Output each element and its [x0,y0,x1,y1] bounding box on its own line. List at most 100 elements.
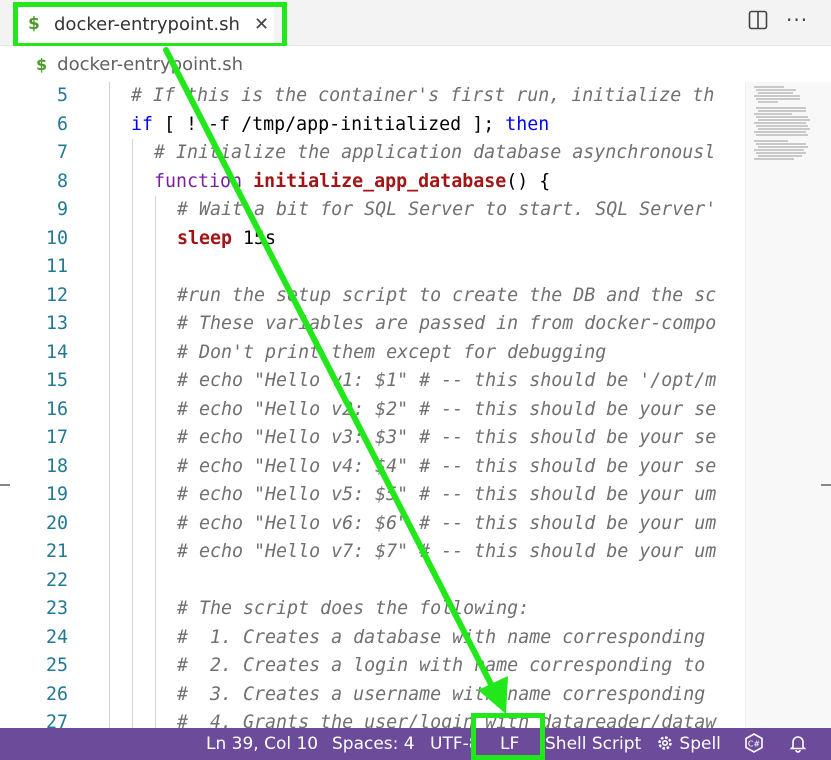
code-token: # echo "Hello v5: $5" # -- this should b… [177,484,717,505]
code-line[interactable]: 15 # echo "Hello v1: $1" # -- this should… [0,367,745,396]
line-number: 12 [45,284,68,306]
code-editor[interactable]: 5 # If this is the container's first run,… [0,82,745,728]
tab-label: docker-entrypoint.sh [54,13,240,35]
code-token: # Wait a bit for SQL Server to start. SQ… [177,199,717,220]
code-token: # 1. Creates a database with name corres… [177,626,706,648]
line-number: 13 [45,313,68,334]
status-bar: Ln 39, Col 10 Spaces: 4 UTF-8 LF Shell S… [0,728,831,760]
code-line[interactable]: 26 # 3. Creates a username with name corr… [0,681,745,710]
code-line[interactable]: 16 # echo "Hello v2: $2" # -- this should… [0,396,745,425]
code-text: function initialize_app_database() { [154,168,550,197]
minimap-line [756,116,808,118]
code-line[interactable]: 12 #run the setup script to create the DB… [0,282,745,311]
minimap[interactable] [745,82,831,728]
line-number: 22 [45,569,68,591]
line-number: 18 [45,455,68,477]
breadcrumb: $ docker-entrypoint.sh [0,46,831,82]
code-line[interactable]: 23 # The script does the following: [0,595,745,624]
code-line[interactable]: 20 # echo "Hello v6: $6" # -- this should… [0,510,745,539]
code-text: #run the setup script to create the DB a… [177,282,716,311]
code-text: # If this is the container's first run, … [131,82,714,111]
line-number: 11 [45,256,68,277]
indent-guide [109,82,110,728]
code-line[interactable]: 11 [0,253,745,282]
line-number: 19 [45,484,68,505]
close-icon[interactable]: ✕ [254,14,269,35]
minimap-line [756,134,808,136]
sash-marker-left [0,484,10,486]
code-token: # 4. Grants the user/login with dataread… [177,712,717,728]
code-line[interactable]: 5 # If this is the container's first run,… [0,82,745,111]
code-token: # These variables are passed in from doc… [177,313,717,334]
code-token: # 2. Creates a login with name correspon… [177,655,706,676]
code-text: # echo "Hello v4: $4" # -- this should b… [177,453,716,482]
code-line[interactable]: 19 # echo "Hello v5: $5" # -- this should… [0,481,745,510]
code-line[interactable]: 9 # Wait a bit for SQL Server to start. S… [0,196,745,225]
minimap-line [754,86,784,88]
code-text: # echo "Hello v7: $7" # -- this should b… [177,538,716,567]
shell-file-icon: $ [36,54,48,74]
line-number: 23 [45,598,68,619]
code-token: # echo "Hello v6: $6" # -- this should b… [177,512,717,534]
code-line[interactable]: 7 # Initialize the application database a… [0,139,745,168]
code-line[interactable]: 10 sleep 15s [0,225,745,254]
status-indentation[interactable]: Spaces: 4 [332,728,415,760]
code-text: # echo "Hello v3: $3" # -- this should b… [177,424,716,453]
line-number: 25 [45,655,68,676]
code-line[interactable]: 8 function initialize_app_database() { [0,168,745,197]
minimap-line [758,128,810,130]
status-spell-label: Spell [679,734,721,754]
code-line[interactable]: 6 if [ ! -f /tmp/app-initialized ]; then [0,111,745,140]
code-line[interactable]: 14 # Don't print them except for debuggin… [0,339,745,368]
minimap-line [758,101,778,103]
code-text: # These variables are passed in from doc… [177,310,716,339]
minimap-line [756,125,808,127]
code-token: # echo "Hello v4: $4" # -- this should b… [177,455,717,477]
code-text: # 3. Creates a username with name corres… [177,681,705,710]
code-text: # 2. Creates a login with name correspon… [177,652,705,681]
line-number: 5 [56,85,68,106]
status-spell[interactable]: Spell [656,728,721,760]
csharp-icon[interactable]: C# [744,728,764,760]
tab-docker-entrypoint[interactable]: $ docker-entrypoint.sh ✕ [16,4,274,44]
line-number: 7 [56,142,68,163]
line-number: 17 [45,427,68,448]
code-token: initialize_app_database [253,170,507,192]
code-line[interactable]: 13 # These variables are passed in from d… [0,310,745,339]
code-token: then [505,113,550,135]
minimap-line [754,140,788,142]
code-token: # 3. Creates a username with name corres… [177,683,706,705]
line-number: 21 [45,541,68,562]
code-token: # echo "Hello v7: $7" # -- this should b… [177,541,717,562]
line-number: 24 [45,626,68,648]
code-text: # echo "Hello v6: $6" # -- this should b… [177,510,716,539]
status-encoding[interactable]: UTF-8 [430,728,476,760]
minimap-line [754,113,792,115]
minimap-line [758,110,806,112]
status-cursor-position[interactable]: Ln 39, Col 10 [206,728,318,760]
bell-icon[interactable] [788,728,808,760]
status-end-of-line[interactable]: LF [500,728,519,760]
code-line[interactable]: 17 # echo "Hello v3: $3" # -- this should… [0,424,745,453]
breadcrumb-item-file[interactable]: docker-entrypoint.sh [57,54,243,75]
line-number: 20 [45,512,68,534]
code-line[interactable]: 18 # echo "Hello v4: $4" # -- this should… [0,453,745,482]
code-text: # echo "Hello v1: $1" # -- this should b… [177,367,716,396]
code-line[interactable]: 22 [0,567,745,596]
code-line[interactable]: 24 # 1. Creates a database with name corr… [0,624,745,653]
indent-guide [132,139,133,728]
minimap-line [758,155,802,157]
split-editor-icon[interactable] [748,10,768,30]
minimap-line [756,143,806,145]
code-line[interactable]: 21 # echo "Hello v7: $7" # -- this should… [0,538,745,567]
code-token: # Initialize the application database as… [154,142,716,163]
code-token: 15s [232,227,277,249]
code-line[interactable]: 25 # 2. Creates a login with name corresp… [0,652,745,681]
code-token: if [131,113,154,135]
code-line[interactable]: 27 # 4. Grants the user/login with datare… [0,709,745,728]
status-language-mode[interactable]: Shell Script [545,728,641,760]
code-token: # If this is the container's first run, … [131,85,715,106]
gear-icon [658,736,672,750]
more-actions-icon[interactable]: ··· [786,8,808,32]
